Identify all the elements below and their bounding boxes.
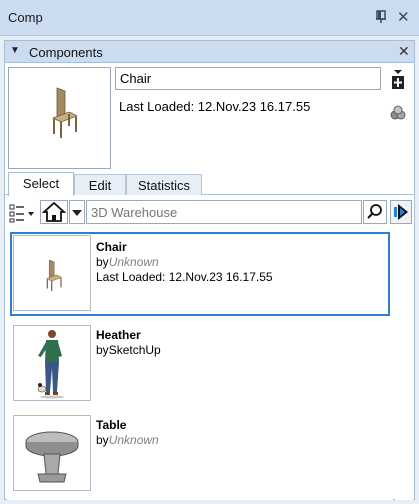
window-close-icon[interactable]: ✕: [397, 8, 410, 26]
collapse-triangle-icon[interactable]: ▼: [10, 45, 20, 56]
search-button[interactable]: [363, 200, 387, 224]
window-title: Comp: [8, 10, 43, 25]
item-loaded: Last Loaded: 12.Nov.23 16.17.55: [96, 270, 273, 284]
list-scrollbar[interactable]: [395, 232, 413, 500]
components-model-icon[interactable]: [390, 105, 406, 121]
list-item[interactable]: Heather bySketchUp: [10, 322, 390, 406]
components-panel: ▼ Components ✕ Last Loaded: 12.Nov.23 16…: [4, 40, 415, 500]
arrow-right-icon: [394, 204, 408, 220]
tab-bar: Select Edit Statistics: [5, 172, 414, 196]
item-thumbnail: [13, 235, 91, 311]
tab-select[interactable]: Select: [8, 172, 74, 196]
chair-icon: [46, 259, 63, 292]
view-options-icon[interactable]: [8, 200, 36, 224]
panel-close-icon[interactable]: ✕: [398, 43, 410, 60]
component-name-input[interactable]: [115, 67, 381, 90]
tab-edit[interactable]: Edit: [74, 174, 126, 195]
component-preview: [8, 67, 111, 169]
components-title: Components: [29, 45, 103, 60]
select-toolbar: [5, 198, 414, 228]
navigation-dropdown-icon[interactable]: [69, 200, 85, 224]
item-author: byUnknown: [96, 433, 159, 447]
component-list: Chair byUnknown Last Loaded: 12.Nov.23 1…: [7, 232, 393, 500]
pin-icon[interactable]: [374, 10, 388, 24]
table-icon: [25, 431, 79, 483]
item-thumbnail: [13, 325, 91, 401]
item-name: Table: [96, 418, 127, 432]
chair-icon: [52, 87, 78, 138]
components-header[interactable]: ▼ Components ✕: [5, 41, 414, 63]
display-secondary-pane-icon[interactable]: [390, 69, 406, 91]
details-button[interactable]: [390, 200, 412, 224]
tray: ▼ Components ✕ Last Loaded: 12.Nov.23 16…: [0, 36, 419, 504]
search-input[interactable]: [86, 200, 362, 224]
item-thumbnail: [13, 415, 91, 491]
search-icon: [367, 204, 382, 219]
item-name: Heather: [96, 328, 141, 342]
list-item[interactable]: Chair byUnknown Last Loaded: 12.Nov.23 1…: [10, 232, 390, 316]
window-titlebar: Comp ✕: [0, 0, 419, 36]
tab-statistics[interactable]: Statistics: [126, 174, 202, 195]
component-description[interactable]: Last Loaded: 12.Nov.23 16.17.55: [115, 93, 381, 169]
list-item[interactable]: Table byUnknown: [10, 412, 390, 496]
home-icon[interactable]: [40, 200, 68, 224]
item-author: bySketchUp: [96, 343, 161, 357]
item-author: byUnknown: [96, 255, 159, 269]
person-icon: [37, 330, 64, 399]
item-name: Chair: [96, 240, 127, 254]
